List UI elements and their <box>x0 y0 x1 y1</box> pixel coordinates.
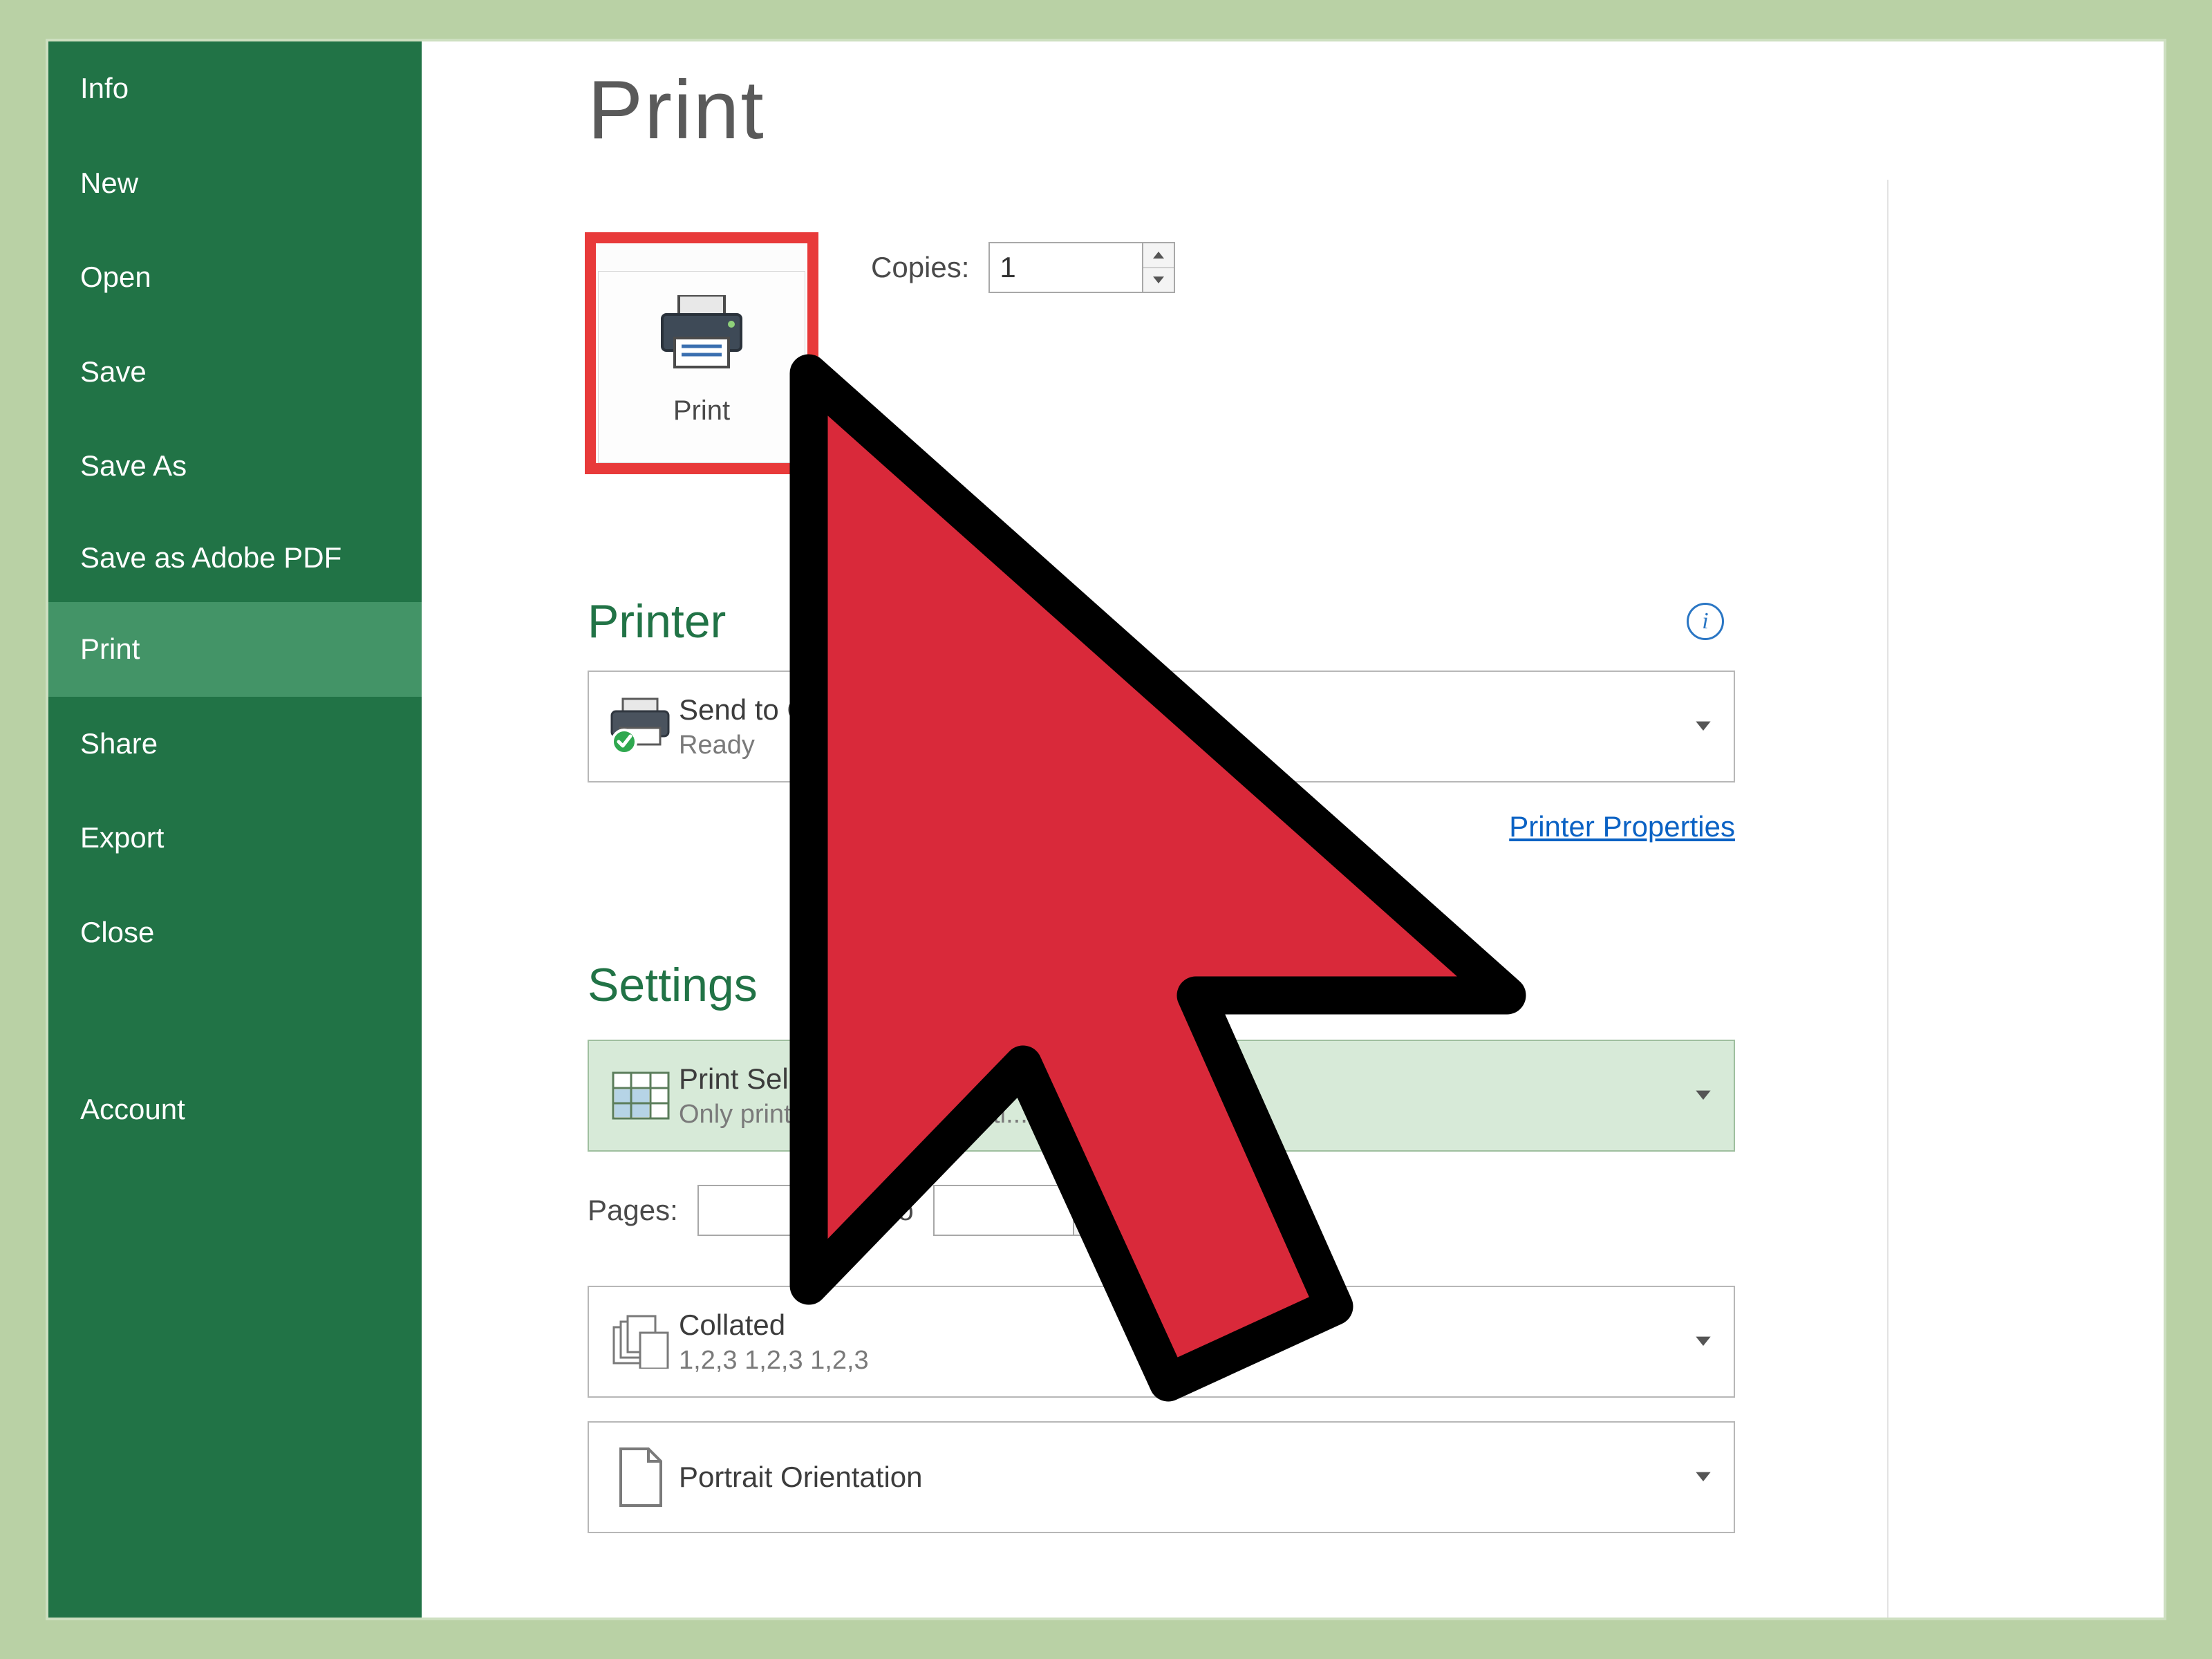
sidebar-item-label: New <box>80 167 138 199</box>
print-button[interactable]: Print <box>585 232 818 474</box>
printer-icon <box>657 308 747 375</box>
orientation-selector[interactable]: Portrait Orientation <box>588 1421 1735 1533</box>
info-icon[interactable]: i <box>1687 603 1724 640</box>
spinner-up-icon[interactable] <box>1074 1186 1105 1211</box>
sidebar-item-label: Info <box>80 72 129 104</box>
sidebar-item-label: Save as Adobe PDF <box>80 541 341 574</box>
vertical-divider <box>1887 180 1888 1618</box>
printer-properties-link[interactable]: Printer Properties <box>588 810 1735 843</box>
sidebar-item-new[interactable]: New <box>48 136 422 231</box>
copies-arrows <box>1142 243 1174 292</box>
pages-label: Pages: <box>588 1194 678 1227</box>
sidebar-item-label: Export <box>80 821 164 854</box>
spinner-down-icon[interactable] <box>1143 268 1174 292</box>
printer-section-title: Printer <box>588 594 726 648</box>
printer-selector-body: Send to OneNote 2013 Ready <box>679 693 1692 760</box>
pages-to-arrows <box>1073 1186 1105 1235</box>
sidebar-item-label: Print <box>80 632 140 665</box>
printer-name: Send to OneNote 2013 <box>679 693 1692 727</box>
grid-icon <box>603 1071 679 1120</box>
collate-secondary: 1,2,3 1,2,3 1,2,3 <box>679 1346 1692 1376</box>
copies-row: Copies: <box>871 242 1175 293</box>
sidebar-item-label: Save <box>80 355 147 388</box>
sidebar-item-label: Open <box>80 261 151 293</box>
app-window: Info New Open Save Save As Save as Adobe… <box>48 41 2164 1618</box>
print-what-primary: Print Selection <box>679 1062 1692 1096</box>
pages-row: Pages: to <box>588 1185 1735 1236</box>
sidebar-item-open[interactable]: Open <box>48 230 422 325</box>
print-what-selector[interactable]: Print Selection Only print the current s… <box>588 1040 1735 1152</box>
sidebar-item-info[interactable]: Info <box>48 41 422 136</box>
printer-status: Ready <box>679 731 1692 760</box>
pages-to-spinner[interactable] <box>933 1185 1106 1236</box>
chevron-down-icon <box>1692 1083 1720 1109</box>
orientation-body: Portrait Orientation <box>679 1461 1692 1494</box>
pages-from-input[interactable] <box>699 1186 837 1235</box>
orientation-primary: Portrait Orientation <box>679 1461 1692 1494</box>
copies-input[interactable] <box>990 243 1142 292</box>
sidebar-item-saveas[interactable]: Save As <box>48 419 422 514</box>
page-icon <box>603 1446 679 1508</box>
sidebar-item-print[interactable]: Print <box>48 602 422 697</box>
sidebar-item-account[interactable]: Account <box>48 1062 422 1157</box>
pages-to-label: to <box>890 1194 914 1227</box>
sidebar-item-share[interactable]: Share <box>48 697 422 791</box>
copies-spinner[interactable] <box>988 242 1175 293</box>
spinner-up-icon[interactable] <box>838 1186 869 1211</box>
sidebar-item-close[interactable]: Close <box>48 885 422 980</box>
sidebar-spacer <box>48 980 422 1062</box>
print-what-secondary: Only print the current selecti... <box>679 1100 1692 1130</box>
collate-icon <box>603 1315 679 1369</box>
pages-from-arrows <box>837 1186 869 1235</box>
print-button-inner: Print <box>598 271 805 463</box>
copies-label: Copies: <box>871 251 969 284</box>
pages-to-input[interactable] <box>935 1186 1073 1235</box>
sidebar-item-label: Account <box>80 1093 185 1125</box>
spinner-down-icon[interactable] <box>1074 1211 1105 1235</box>
print-what-body: Print Selection Only print the current s… <box>679 1062 1692 1130</box>
chevron-down-icon <box>1692 1465 1720 1490</box>
sidebar-item-label: Share <box>80 727 158 760</box>
sidebar-item-save[interactable]: Save <box>48 325 422 420</box>
pages-from-spinner[interactable] <box>697 1185 870 1236</box>
printer-selector[interactable]: Send to OneNote 2013 Ready <box>588 671 1735 782</box>
print-button-label: Print <box>673 395 730 427</box>
collate-selector[interactable]: Collated 1,2,3 1,2,3 1,2,3 <box>588 1286 1735 1398</box>
chevron-down-icon <box>1692 1329 1720 1355</box>
sidebar-item-save-adobe-pdf[interactable]: Save as Adobe PDF <box>48 514 422 603</box>
printer-ready-icon <box>603 696 679 757</box>
sidebar-item-label: Close <box>80 916 154 948</box>
sidebar-item-label: Save As <box>80 449 187 482</box>
spinner-down-icon[interactable] <box>838 1211 869 1235</box>
page-title: Print <box>588 62 765 158</box>
spinner-up-icon[interactable] <box>1143 243 1174 268</box>
collate-body: Collated 1,2,3 1,2,3 1,2,3 <box>679 1309 1692 1376</box>
print-panel: Print Print Copies: <box>422 41 2164 1618</box>
backstage-sidebar: Info New Open Save Save As Save as Adobe… <box>48 41 422 1618</box>
chevron-down-icon <box>1692 714 1720 740</box>
sidebar-item-export[interactable]: Export <box>48 791 422 885</box>
collate-primary: Collated <box>679 1309 1692 1342</box>
settings-section-title: Settings <box>588 958 758 1012</box>
